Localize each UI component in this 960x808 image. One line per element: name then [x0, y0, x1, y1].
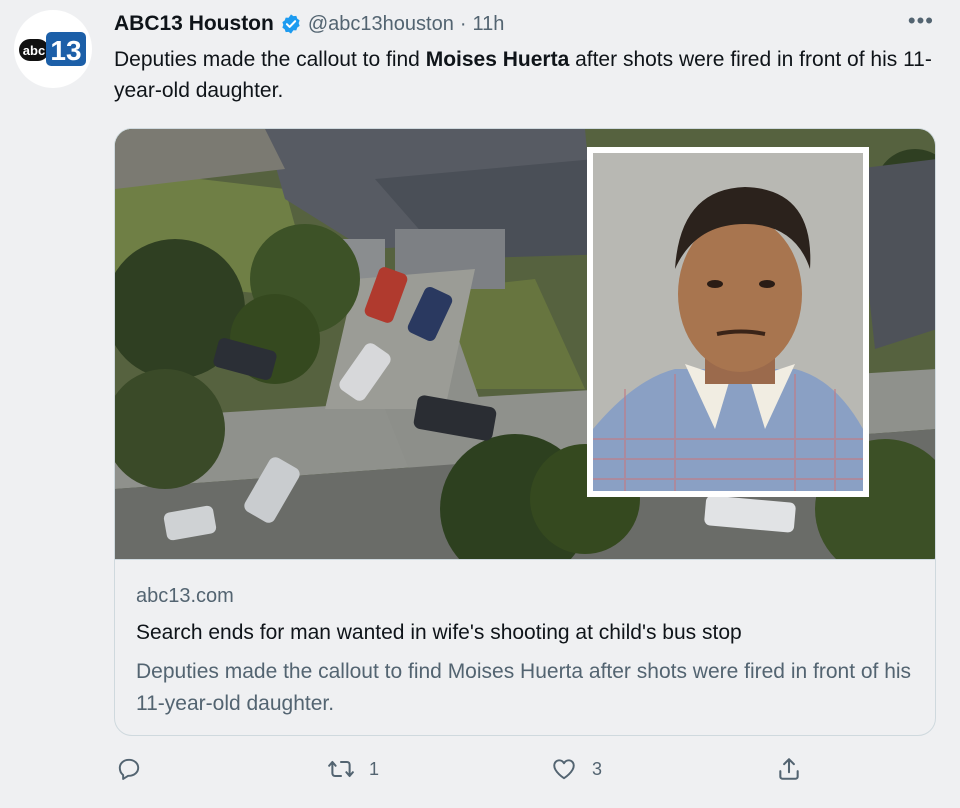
tweet-actions: 1 3: [0, 756, 960, 790]
retweet-button[interactable]: 1: [327, 756, 379, 782]
link-card[interactable]: abc13.com Search ends for man wanted in …: [114, 128, 936, 736]
more-options-icon[interactable]: •••: [908, 8, 934, 34]
tweet-text: Deputies made the callout to find Moises…: [114, 44, 934, 106]
card-domain: abc13.com: [136, 585, 234, 607]
reply-icon: [118, 758, 140, 780]
verified-badge-icon: [282, 14, 300, 34]
tweet-time[interactable]: 11h: [472, 13, 504, 36]
abc-logo-text: abc: [23, 43, 45, 58]
heart-icon: [553, 759, 575, 780]
13-logo-text: 13: [50, 35, 81, 66]
card-image[interactable]: [115, 129, 935, 559]
tweet-text-bold-name: Moises Huerta: [425, 48, 570, 71]
abc13-logo: abc 13: [19, 32, 86, 66]
retweet-icon: [328, 760, 354, 778]
card-title: Search ends for man wanted in wife's sho…: [136, 621, 742, 644]
author-name[interactable]: ABC13 Houston: [114, 12, 274, 36]
tweet-header: ABC13 Houston @abc13houston · 11h: [114, 10, 504, 38]
like-button[interactable]: 3: [550, 756, 602, 782]
like-count: 3: [592, 758, 603, 779]
aerial-neighborhood-image: [115, 129, 935, 559]
tweet-text-start: Deputies made the callout to find: [114, 48, 426, 71]
share-icon: [779, 758, 799, 780]
separator-dot: ·: [459, 12, 467, 35]
avatar[interactable]: abc 13: [14, 10, 92, 88]
share-button[interactable]: [776, 756, 802, 782]
reply-button[interactable]: [116, 756, 142, 782]
card-info[interactable]: abc13.com Search ends for man wanted in …: [115, 559, 935, 735]
retweet-count: 1: [369, 758, 380, 779]
card-description: Deputies made the callout to find Moises…: [136, 660, 912, 715]
author-handle[interactable]: @abc13houston: [308, 13, 454, 36]
